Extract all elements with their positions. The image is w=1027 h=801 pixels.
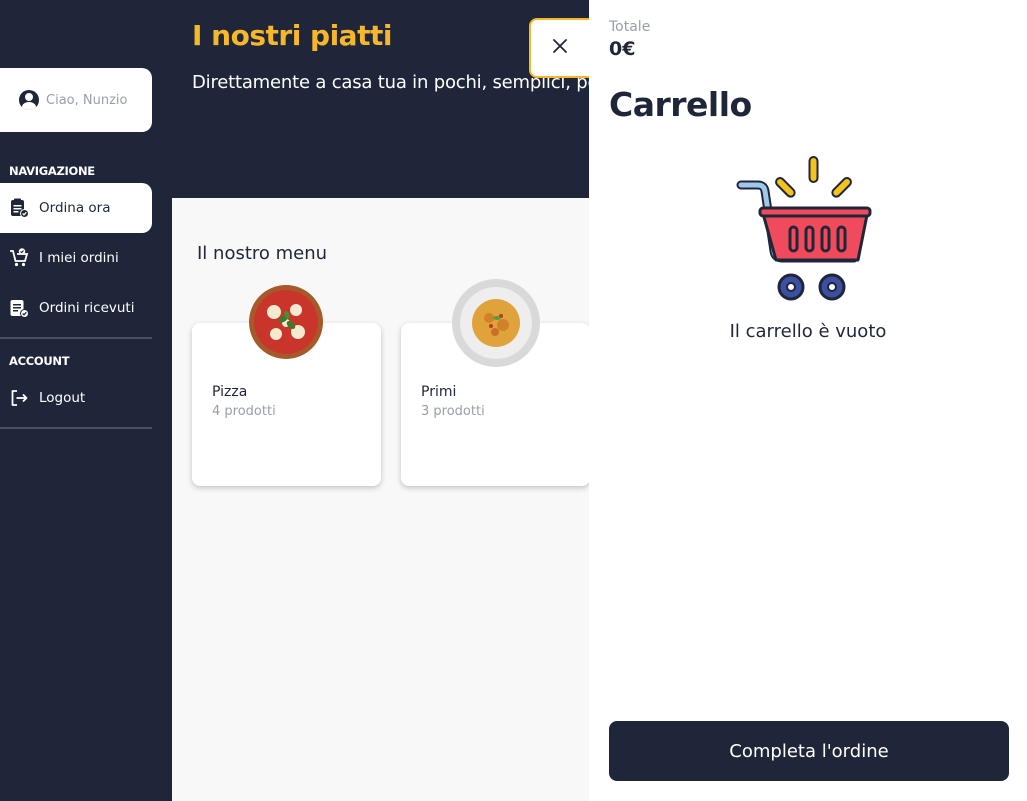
sidebar-item-i-miei-ordini[interactable]: I miei ordini bbox=[0, 233, 152, 283]
user-profile-box[interactable]: Ciao, Nunzio bbox=[0, 68, 152, 132]
receipt-check-icon bbox=[9, 298, 29, 318]
close-icon bbox=[552, 38, 568, 58]
sidebar-item-label: Ordini ricevuti bbox=[39, 300, 135, 316]
category-name: Pizza bbox=[212, 384, 248, 400]
nav-section-title: NAVIGAZIONE bbox=[9, 164, 95, 178]
clipboard-order-icon bbox=[9, 198, 29, 218]
pasta-image bbox=[452, 279, 540, 367]
sidebar-divider bbox=[0, 427, 152, 429]
empty-cart-message: Il carrello è vuoto bbox=[729, 321, 887, 342]
complete-order-button[interactable]: Completa l'ordine bbox=[609, 721, 1009, 781]
logout-icon bbox=[9, 388, 29, 408]
cart-title: Carrello bbox=[609, 85, 752, 124]
total-value: 0€ bbox=[609, 38, 636, 60]
sidebar-divider bbox=[0, 337, 152, 339]
cart-check-icon bbox=[9, 248, 29, 268]
sidebar-item-logout[interactable]: Logout bbox=[0, 373, 152, 423]
empty-cart-icon bbox=[736, 156, 872, 301]
sidebar-item-label: Logout bbox=[39, 390, 86, 406]
total-label: Totale bbox=[609, 19, 651, 35]
user-avatar-icon bbox=[19, 90, 39, 110]
sidebar-item-label: I miei ordini bbox=[39, 250, 119, 266]
sidebar: Ciao, Nunzio NAVIGAZIONE Ordina ora I mi… bbox=[0, 0, 172, 801]
cart-panel: Totale 0€ Carrello Il carrello è vuoto C… bbox=[589, 0, 1027, 801]
sidebar-item-label: Ordina ora bbox=[39, 200, 111, 216]
user-greeting: Ciao, Nunzio bbox=[46, 92, 128, 108]
category-count: 3 prodotti bbox=[421, 404, 485, 419]
page-title: I nostri piatti bbox=[192, 19, 392, 52]
account-section-title: ACCOUNT bbox=[9, 354, 70, 368]
category-name: Primi bbox=[421, 384, 457, 400]
sidebar-item-ordina-ora[interactable]: Ordina ora bbox=[0, 183, 152, 233]
sidebar-item-ordini-ricevuti[interactable]: Ordini ricevuti bbox=[0, 283, 152, 333]
pizza-image bbox=[249, 285, 323, 359]
category-count: 4 prodotti bbox=[212, 404, 276, 419]
menu-section-title: Il nostro menu bbox=[197, 243, 328, 264]
